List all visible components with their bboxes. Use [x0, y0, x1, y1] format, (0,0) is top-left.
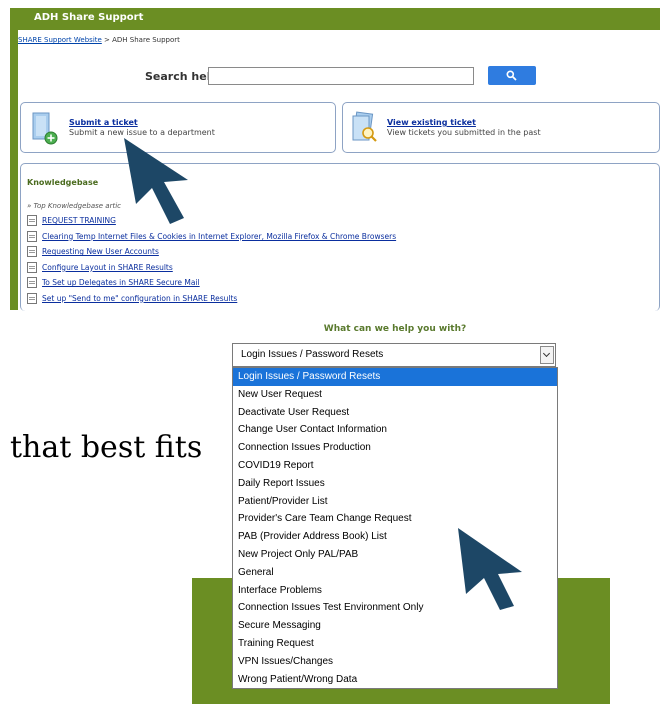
- view-ticket-card[interactable]: View existing ticket View tickets you su…: [342, 102, 660, 153]
- search-button[interactable]: [488, 66, 536, 85]
- dropdown-option[interactable]: Connection Issues Production: [233, 439, 557, 457]
- dropdown-option[interactable]: Patient/Provider List: [233, 493, 557, 511]
- knowledgebase-panel: Knowledgebase » Top Knowledgebase artic …: [20, 163, 660, 311]
- kb-article-link[interactable]: REQUEST TRAINING: [42, 216, 116, 225]
- dropdown-option[interactable]: Wrong Patient/Wrong Data: [233, 671, 557, 689]
- breadcrumb-link[interactable]: SHARE Support Website: [18, 36, 102, 44]
- knowledgebase-list: REQUEST TRAINING Clearing Temp Internet …: [27, 213, 396, 306]
- search-input[interactable]: [208, 67, 474, 85]
- breadcrumb-current: > ADH Share Support: [101, 36, 180, 44]
- kb-article-link[interactable]: Set up "Send to me" configuration in SHA…: [42, 294, 237, 303]
- dropdown-option[interactable]: Daily Report Issues: [233, 475, 557, 493]
- document-icon: [27, 246, 37, 258]
- dropdown-option[interactable]: Deactivate User Request: [233, 404, 557, 422]
- knowledgebase-title: Knowledgebase: [27, 178, 99, 187]
- kb-article-link[interactable]: Configure Layout in SHARE Results: [42, 263, 173, 272]
- document-icon: [27, 261, 37, 273]
- dropdown-question: What can we help you with?: [323, 324, 467, 334]
- view-ticket-desc: View tickets you submitted in the past: [387, 128, 541, 137]
- search-icon: [506, 70, 517, 81]
- side-caption: that best fits: [10, 430, 203, 465]
- dropdown-option[interactable]: Login Issues / Password Resets: [233, 368, 557, 386]
- cursor-arrow-icon: [124, 138, 188, 224]
- breadcrumb: SHARE Support Website > ADH Share Suppor…: [18, 36, 180, 44]
- dropdown-option[interactable]: Change User Contact Information: [233, 421, 557, 439]
- view-ticket-icon: [352, 111, 377, 142]
- view-ticket-link[interactable]: View existing ticket: [387, 118, 476, 127]
- kb-article: To Set up Delegates in SHARE Secure Mail: [27, 275, 396, 291]
- kb-article-link[interactable]: To Set up Delegates in SHARE Secure Mail: [42, 278, 200, 287]
- search-row: Search help:: [18, 65, 660, 89]
- new-ticket-icon: [32, 112, 58, 145]
- dropdown-option[interactable]: Training Request: [233, 635, 557, 653]
- portal-title: ADH Share Support: [34, 12, 144, 23]
- portal-content: ADH Share Support SHARE Support Website …: [16, 8, 660, 311]
- kb-article: Configure Layout in SHARE Results: [27, 260, 396, 276]
- kb-article-link[interactable]: Clearing Temp Internet Files & Cookies i…: [42, 232, 396, 241]
- portal-titlebar: ADH Share Support: [18, 8, 660, 30]
- kb-article: Set up "Send to me" configuration in SHA…: [27, 291, 396, 307]
- dropdown-option[interactable]: Secure Messaging: [233, 617, 557, 635]
- submit-ticket-link[interactable]: Submit a ticket: [69, 118, 138, 127]
- knowledgebase-subtitle: » Top Knowledgebase artic: [27, 202, 122, 210]
- kb-article: Requesting New User Accounts: [27, 244, 396, 260]
- kb-article: REQUEST TRAINING: [27, 213, 396, 229]
- kb-article-link[interactable]: Requesting New User Accounts: [42, 247, 159, 256]
- document-icon: [27, 215, 37, 227]
- chevron-down-icon[interactable]: [540, 346, 554, 364]
- dropdown-option[interactable]: COVID19 Report: [233, 457, 557, 475]
- document-icon: [27, 292, 37, 304]
- issue-type-select[interactable]: Login Issues / Password Resets: [232, 343, 556, 367]
- dropdown-option[interactable]: New User Request: [233, 386, 557, 404]
- document-icon: [27, 230, 37, 242]
- portal-screenshot: ADH Share Support SHARE Support Website …: [10, 8, 660, 311]
- cursor-arrow-icon: [458, 528, 522, 610]
- dropdown-option[interactable]: VPN Issues/Changes: [233, 653, 557, 671]
- kb-article: Clearing Temp Internet Files & Cookies i…: [27, 229, 396, 245]
- select-current-value: Login Issues / Password Resets: [241, 349, 384, 360]
- document-icon: [27, 277, 37, 289]
